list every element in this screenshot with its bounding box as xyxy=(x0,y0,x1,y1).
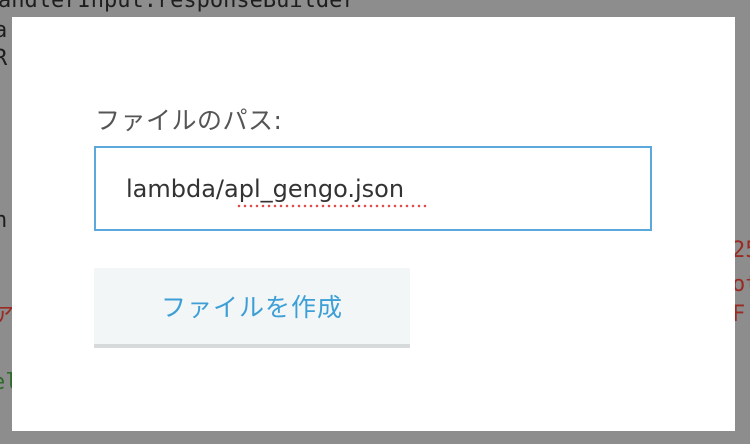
code-line: a xyxy=(0,18,8,43)
file-path-input[interactable] xyxy=(126,148,626,229)
code-line: n xyxy=(0,208,8,233)
code-line: andlerInput.responseBuilder xyxy=(0,0,356,13)
file-path-label: ファイルのパス: xyxy=(95,106,283,135)
spellcheck-underline xyxy=(236,204,428,208)
code-line: R xyxy=(0,46,8,71)
create-file-button[interactable]: ファイルを作成 xyxy=(94,268,410,348)
file-path-field[interactable] xyxy=(94,146,652,231)
create-file-dialog: ファイルのパス: ファイルを作成 xyxy=(12,17,735,431)
